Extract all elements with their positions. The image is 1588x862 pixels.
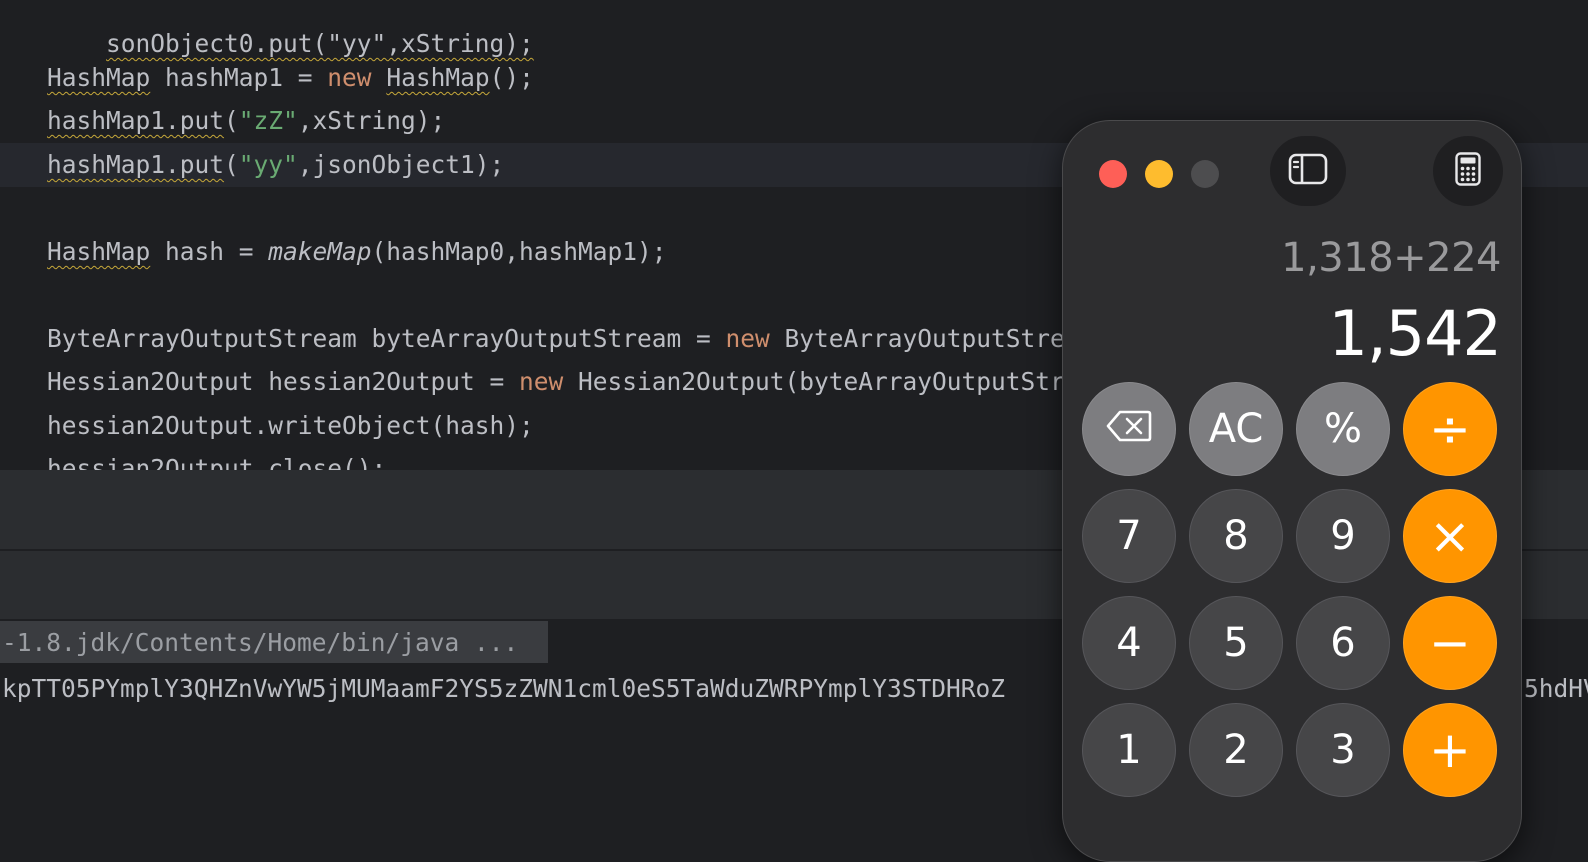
string-literal: "zZ" xyxy=(238,106,298,135)
string-literal: "yy" xyxy=(238,150,298,179)
code-text: ,xString); xyxy=(297,106,446,135)
digit-label: 9 xyxy=(1330,513,1356,559)
calculator-icon xyxy=(1455,152,1481,190)
calculator-expression: 1,318+224 xyxy=(1281,235,1501,281)
digit-label: 3 xyxy=(1330,727,1356,773)
digit-label: 2 xyxy=(1223,727,1249,773)
method-call: hashMap1.put xyxy=(47,106,225,135)
minus-label: − xyxy=(1429,614,1471,672)
digit-5-button[interactable]: 5 xyxy=(1189,596,1283,690)
digit-9-button[interactable]: 9 xyxy=(1296,489,1390,583)
method-call: makeMap xyxy=(268,237,372,266)
multiply-button[interactable]: × xyxy=(1403,489,1497,583)
keyword-token: new xyxy=(725,324,770,353)
type-token: HashMap xyxy=(47,63,151,92)
digit-6-button[interactable]: 6 xyxy=(1296,596,1390,690)
divide-button[interactable]: ÷ xyxy=(1403,382,1497,476)
code-line-hashmap1[interactable]: HashMap hashMap1 = new HashMap(); xyxy=(0,56,1588,100)
code-text: hessian2Output.close(); xyxy=(47,454,387,470)
digit-8-button[interactable]: 8 xyxy=(1189,489,1283,583)
digit-label: 6 xyxy=(1330,620,1356,666)
clear-button[interactable]: AC xyxy=(1189,382,1283,476)
code-text: hessian2Output.writeObject(hash); xyxy=(47,411,534,440)
keyword-token: new xyxy=(519,367,564,396)
digit-label: 1 xyxy=(1116,727,1142,773)
console-output-line: kpTT05PYmplY3QHZnVwYW5jMUMaamF2YS5zZWN1c… xyxy=(2,674,1006,703)
code-text: sonObject0.put("yy",xString); xyxy=(106,29,534,58)
type-token: HashMap xyxy=(47,237,151,266)
minimize-window-button[interactable] xyxy=(1145,160,1173,188)
code-text: (); xyxy=(489,63,534,92)
sidebar-toggle-icon xyxy=(1288,153,1328,189)
code-text: hashMap1 = xyxy=(150,63,328,92)
digit-label: 8 xyxy=(1223,513,1249,559)
calculator-result: 1,542 xyxy=(1328,297,1502,370)
code-text: (hashMap0,hashMap1); xyxy=(371,237,667,266)
clear-label: AC xyxy=(1208,406,1264,452)
digit-1-button[interactable]: 1 xyxy=(1082,703,1176,797)
multiply-label: × xyxy=(1429,507,1471,565)
run-command-line[interactable]: -1.8.jdk/Contents/Home/bin/java ... xyxy=(0,621,548,663)
digit-label: 7 xyxy=(1116,513,1142,559)
close-window-button[interactable] xyxy=(1099,160,1127,188)
zoom-window-button[interactable] xyxy=(1191,160,1219,188)
percent-label: % xyxy=(1323,406,1362,452)
method-call: hashMap1.put xyxy=(47,150,225,179)
digit-label: 4 xyxy=(1116,620,1142,666)
backspace-button[interactable] xyxy=(1082,382,1176,476)
code-text: Hessian2Output hessian2Output = xyxy=(47,367,520,396)
code-text: ,jsonObject1); xyxy=(297,150,505,179)
digit-2-button[interactable]: 2 xyxy=(1189,703,1283,797)
code-text: ByteArrayOutputStream byteArrayOutputStr… xyxy=(47,324,726,353)
digit-label: 5 xyxy=(1223,620,1249,666)
percent-button[interactable]: % xyxy=(1296,382,1390,476)
code-text: ( xyxy=(224,150,239,179)
digit-7-button[interactable]: 7 xyxy=(1082,489,1176,583)
sidebar-toggle-button[interactable] xyxy=(1270,136,1346,206)
keyword-token: new xyxy=(327,63,372,92)
backspace-icon xyxy=(1106,409,1152,450)
code-text: Hessian2Output(byteArrayOutputStream); xyxy=(563,367,1139,396)
code-line-top[interactable]: sonObject0.put("yy",xString); xyxy=(0,0,1588,58)
plus-button[interactable]: + xyxy=(1403,703,1497,797)
divide-label: ÷ xyxy=(1429,400,1471,458)
calculator-mode-button[interactable] xyxy=(1433,136,1503,206)
code-text: hash = xyxy=(150,237,269,266)
plus-label: + xyxy=(1429,721,1471,779)
type-token: HashMap xyxy=(386,63,490,92)
minus-button[interactable]: − xyxy=(1403,596,1497,690)
calculator-window: 1,318+224 1,542 AC % ÷ 7 8 9 × 4 5 6 − 1… xyxy=(1062,120,1522,862)
digit-3-button[interactable]: 3 xyxy=(1296,703,1390,797)
digit-4-button[interactable]: 4 xyxy=(1082,596,1176,690)
console-output-line-tail: 5hdHV xyxy=(1524,674,1588,703)
code-text: ( xyxy=(224,106,239,135)
